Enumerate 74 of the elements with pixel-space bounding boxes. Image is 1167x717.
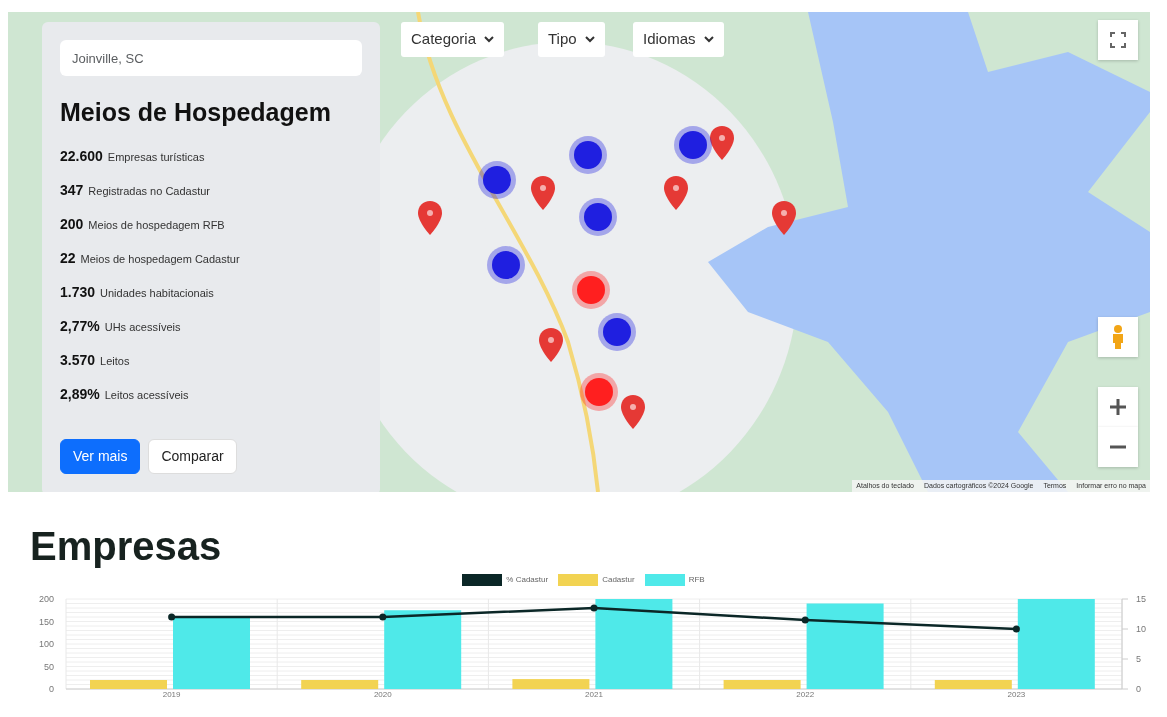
plus-icon: [1109, 398, 1127, 416]
legend-label: % Cadastur: [506, 574, 549, 586]
axis-tick-label: 0: [1136, 684, 1141, 694]
cluster-marker-icon[interactable]: [673, 125, 713, 165]
axis-tick-label: 15: [1136, 594, 1146, 604]
map-pin-icon[interactable]: [771, 200, 797, 236]
stat-value: 200: [60, 214, 84, 234]
point: [379, 613, 387, 621]
stat-label: Registradas no Cadastur: [88, 183, 211, 199]
map-pin-icon[interactable]: [538, 327, 564, 363]
point: [168, 613, 176, 621]
legend-swatch: [558, 574, 599, 586]
filter-dropdown[interactable]: Tipo: [538, 22, 605, 57]
stat-label: Leitos: [100, 353, 130, 369]
chevron-down-icon: [584, 35, 595, 43]
axis-tick-label: 2022: [796, 690, 815, 698]
chevron-down-icon: [484, 35, 495, 43]
chevron-down-icon: [703, 35, 714, 43]
axis-tick-label: 2020: [373, 690, 392, 698]
cluster-marker-icon[interactable]: [568, 135, 608, 175]
legend-label: RFB: [688, 574, 705, 586]
axis-tick-label: 0: [49, 684, 54, 694]
search-field[interactable]: Joinville, SC: [60, 40, 362, 76]
map-pin-icon[interactable]: [663, 175, 689, 211]
legend-swatch: [644, 574, 685, 586]
stat-value: 347: [60, 180, 84, 200]
stat-value: 1.730: [60, 282, 96, 302]
map-pin-icon[interactable]: [530, 175, 556, 211]
map-pin-icon[interactable]: [620, 394, 646, 430]
street-view-button[interactable]: [1098, 317, 1138, 357]
cluster-marker-icon[interactable]: [477, 160, 517, 200]
point: [801, 616, 809, 624]
zoom-in-button[interactable]: [1098, 387, 1138, 427]
cluster-marker-icon[interactable]: [486, 245, 526, 285]
cluster-marker-icon[interactable]: [571, 270, 611, 310]
axis-tick-label: 5: [1136, 654, 1141, 664]
more-button[interactable]: Ver mais: [60, 438, 141, 474]
map-pin-icon[interactable]: [709, 125, 735, 161]
filter-dropdown[interactable]: Idiomas: [633, 22, 724, 57]
section-title: Empresas: [30, 526, 223, 566]
cluster-marker-icon[interactable]: [579, 372, 619, 412]
point: [590, 604, 598, 612]
fullscreen-button[interactable]: [1098, 20, 1138, 60]
cluster-marker-icon[interactable]: [597, 312, 637, 352]
legend-swatch: [462, 574, 503, 586]
map-pin-icon[interactable]: [417, 200, 443, 236]
stat-label: Empresas turísticas: [107, 149, 205, 165]
stat-value: 2,77%: [60, 316, 100, 336]
stat-value: 22: [60, 248, 76, 268]
axis-tick-label: 100: [38, 639, 54, 649]
filter-dropdown[interactable]: Categoria: [401, 22, 505, 57]
minus-icon: [1109, 445, 1127, 449]
stat-label: Meios de hospedagem Cadastur: [80, 251, 240, 267]
axis-tick-label: 2023: [1007, 690, 1026, 698]
person-icon: [1111, 324, 1125, 350]
stat-label: Meios de hospedagem RFB: [88, 217, 225, 233]
fullscreen-icon: [1110, 32, 1126, 48]
stat-value: 22.600: [60, 146, 103, 166]
panel-title: Meios de Hospedagem: [60, 97, 332, 128]
point: [1012, 625, 1020, 633]
axis-tick-label: 10: [1136, 624, 1146, 634]
stat-value: 3.570: [60, 350, 96, 370]
compare-button[interactable]: Comparar: [148, 438, 237, 474]
axis-tick-label: 50: [44, 661, 54, 672]
axis-tick-label: 2021: [585, 690, 603, 698]
axis-tick-label: 150: [38, 616, 54, 627]
axis-tick-label: 2019: [162, 690, 181, 698]
stat-label: UHs acessíveis: [104, 319, 181, 335]
stat-label: Unidades habitacionais: [100, 285, 214, 301]
stat-value: 2,89%: [60, 384, 100, 404]
axis-tick-label: 200: [38, 594, 54, 604]
stat-label: Leitos acessíveis: [104, 387, 189, 403]
cluster-marker-icon[interactable]: [578, 197, 618, 237]
legend-label: Cadastur: [602, 574, 635, 586]
